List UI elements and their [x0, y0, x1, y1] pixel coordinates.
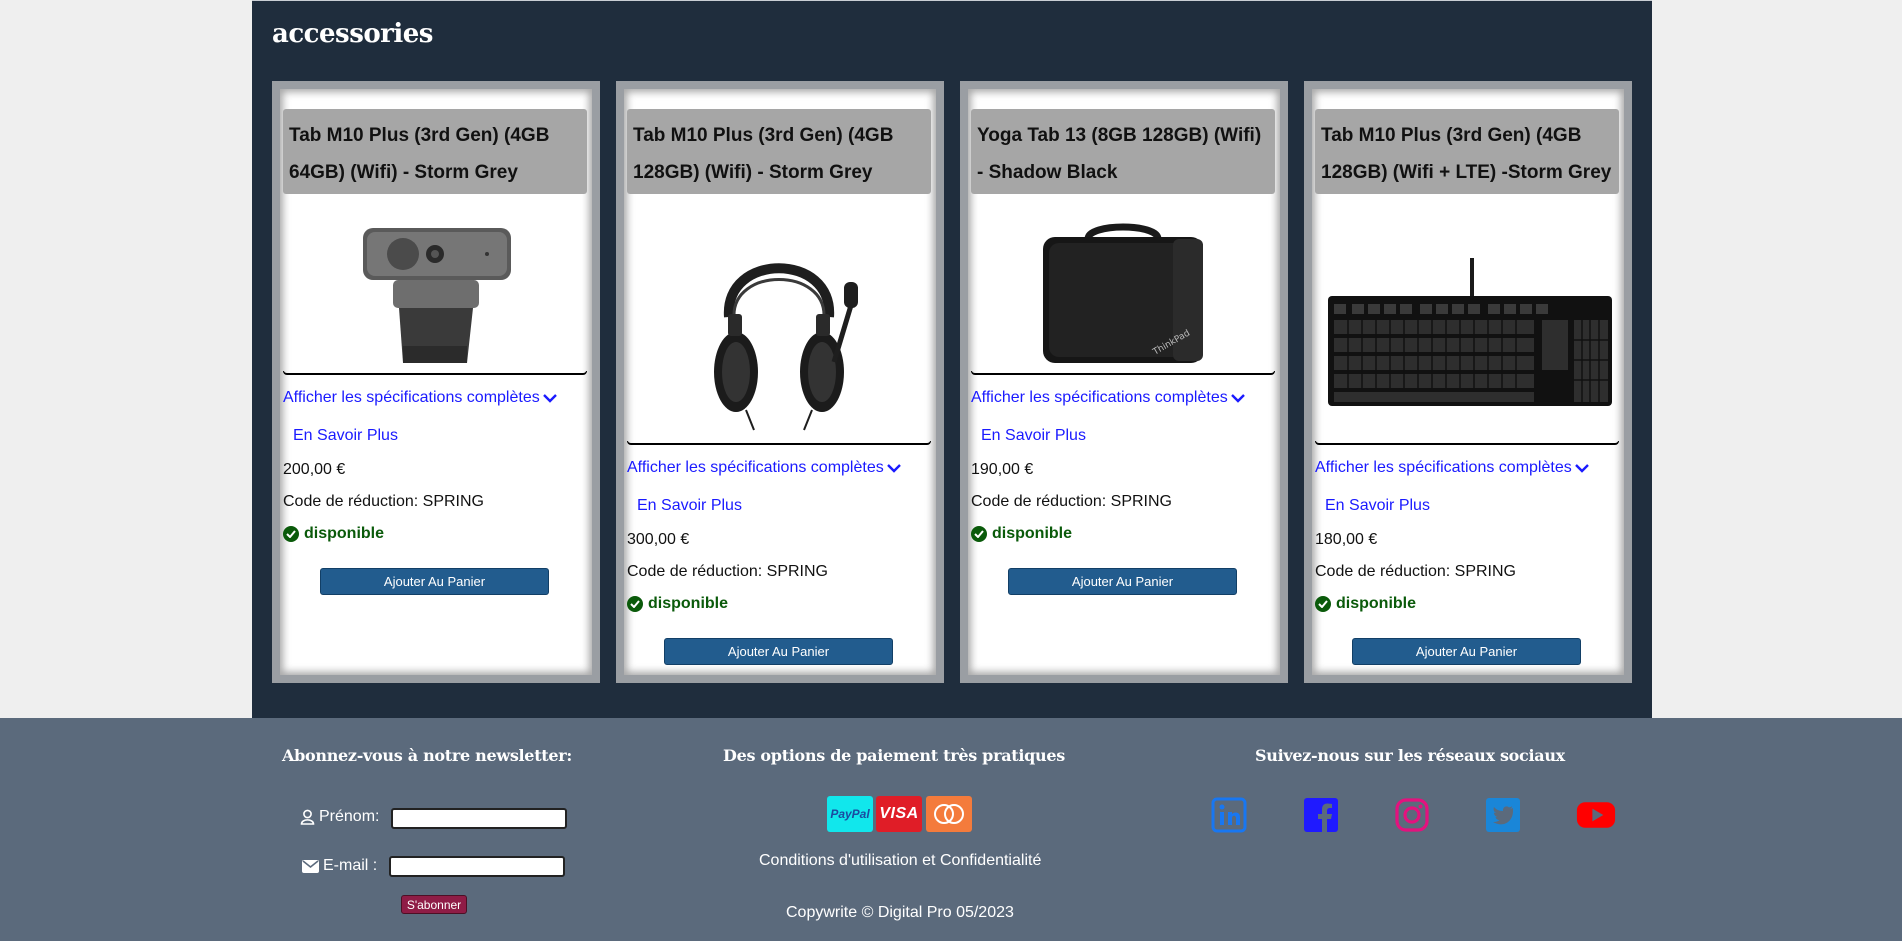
specs-link-label: Afficher les spécifications complètes	[1315, 459, 1572, 476]
site-footer: Abonnez-vous à notre newsletter: Prénom:…	[0, 718, 1902, 941]
check-circle-icon	[283, 526, 299, 542]
product-price: 300,00 €	[627, 531, 690, 548]
email-label: E-mail :	[302, 857, 377, 875]
product-card: Tab M10 Plus (3rd Gen) (4GB 128GB) (Wifi…	[616, 81, 944, 683]
products-panel: accessories Tab M10 Plus (3rd Gen) (4GB …	[252, 0, 1652, 718]
specs-link[interactable]: Afficher les spécifications complètes	[1315, 459, 1589, 477]
firstname-label: Prénom:	[300, 808, 379, 826]
paypal-logo: PayPal	[827, 796, 873, 832]
firstname-label-text: Prénom:	[319, 808, 380, 825]
product-title: Tab M10 Plus (3rd Gen) (4GB 128GB) (Wifi…	[627, 109, 931, 194]
divider	[283, 371, 587, 375]
availability-label: disponible	[304, 525, 384, 542]
facebook-icon[interactable]	[1301, 795, 1341, 835]
product-title: Tab M10 Plus (3rd Gen) (4GB 128GB) (Wifi…	[1315, 109, 1619, 194]
add-to-cart-button[interactable]: Ajouter Au Panier	[1008, 568, 1237, 595]
payment-heading: Des options de paiement très pratiques	[723, 746, 1065, 765]
learn-more-link[interactable]: En Savoir Plus	[293, 427, 398, 445]
chevron-down-icon	[542, 394, 557, 403]
section-title: accessories	[272, 19, 433, 49]
specs-link-label: Afficher les spécifications complètes	[971, 389, 1228, 406]
availability-label: disponible	[992, 525, 1072, 542]
product-card: Tab M10 Plus (3rd Gen) (4GB 64GB) (Wifi)…	[272, 81, 600, 683]
firstname-input[interactable]	[391, 808, 567, 829]
promo-code: Code de réduction: SPRING	[971, 493, 1172, 510]
specs-link-label: Afficher les spécifications complètes	[283, 389, 540, 406]
instagram-icon[interactable]	[1392, 795, 1432, 835]
product-title: Yoga Tab 13 (8GB 128GB) (Wifi) - Shadow …	[971, 109, 1275, 194]
user-icon	[300, 809, 315, 825]
learn-more-link[interactable]: En Savoir Plus	[981, 427, 1086, 445]
check-circle-icon	[971, 526, 987, 542]
specs-link[interactable]: Afficher les spécifications complètes	[627, 459, 901, 477]
promo-code: Code de réduction: SPRING	[1315, 563, 1516, 580]
product-image-webcam	[283, 217, 587, 367]
visa-logo: VISA	[876, 796, 922, 832]
specs-link[interactable]: Afficher les spécifications complètes	[971, 389, 1245, 407]
chevron-down-icon	[1230, 394, 1245, 403]
product-image-laptop-sleeve: ThinkPad	[971, 217, 1275, 367]
specs-link[interactable]: Afficher les spécifications complètes	[283, 389, 557, 407]
email-label-text: E-mail :	[323, 857, 378, 874]
chevron-down-icon	[886, 464, 901, 473]
product-price: 180,00 €	[1315, 531, 1378, 548]
check-circle-icon	[627, 596, 643, 612]
product-card: Yoga Tab 13 (8GB 128GB) (Wifi) - Shadow …	[960, 81, 1288, 683]
availability-status: disponible	[627, 595, 728, 613]
product-image-keyboard	[1315, 239, 1619, 429]
linkedin-icon[interactable]	[1209, 795, 1249, 835]
mastercard-logo	[926, 796, 972, 832]
learn-more-link[interactable]: En Savoir Plus	[637, 497, 742, 515]
visa-logo-text: VISA	[879, 805, 919, 822]
subscribe-button[interactable]: S'abonner	[401, 895, 467, 914]
availability-label: disponible	[1336, 595, 1416, 612]
availability-status: disponible	[971, 525, 1072, 543]
chevron-down-icon	[1574, 464, 1589, 473]
email-input[interactable]	[389, 856, 565, 877]
specs-link-label: Afficher les spécifications complètes	[627, 459, 884, 476]
divider	[1315, 441, 1619, 445]
youtube-icon[interactable]	[1576, 795, 1616, 835]
divider	[627, 441, 931, 445]
newsletter-heading: Abonnez-vous à notre newsletter:	[282, 746, 572, 765]
availability-status: disponible	[1315, 595, 1416, 613]
availability-status: disponible	[283, 525, 384, 543]
promo-code: Code de réduction: SPRING	[283, 493, 484, 510]
divider	[971, 371, 1275, 375]
product-price: 190,00 €	[971, 461, 1034, 478]
check-circle-icon	[1315, 596, 1331, 612]
add-to-cart-button[interactable]: Ajouter Au Panier	[1352, 638, 1581, 665]
twitter-icon[interactable]	[1483, 795, 1523, 835]
add-to-cart-button[interactable]: Ajouter Au Panier	[664, 638, 893, 665]
product-card: Tab M10 Plus (3rd Gen) (4GB 128GB) (Wifi…	[1304, 81, 1632, 683]
availability-label: disponible	[648, 595, 728, 612]
add-to-cart-button[interactable]: Ajouter Au Panier	[320, 568, 549, 595]
product-image-headset	[627, 217, 931, 437]
envelope-icon	[302, 859, 319, 873]
social-heading: Suivez-nous sur les réseaux sociaux	[1255, 746, 1565, 765]
learn-more-link[interactable]: En Savoir Plus	[1325, 497, 1430, 515]
terms-link[interactable]: Conditions d'utilisation et Confidential…	[759, 852, 1041, 870]
product-title: Tab M10 Plus (3rd Gen) (4GB 64GB) (Wifi)…	[283, 109, 587, 194]
paypal-logo-text: PayPal	[830, 807, 870, 821]
product-price: 200,00 €	[283, 461, 346, 478]
copyright-text: Copywrite © Digital Pro 05/2023	[786, 904, 1014, 921]
promo-code: Code de réduction: SPRING	[627, 563, 828, 580]
